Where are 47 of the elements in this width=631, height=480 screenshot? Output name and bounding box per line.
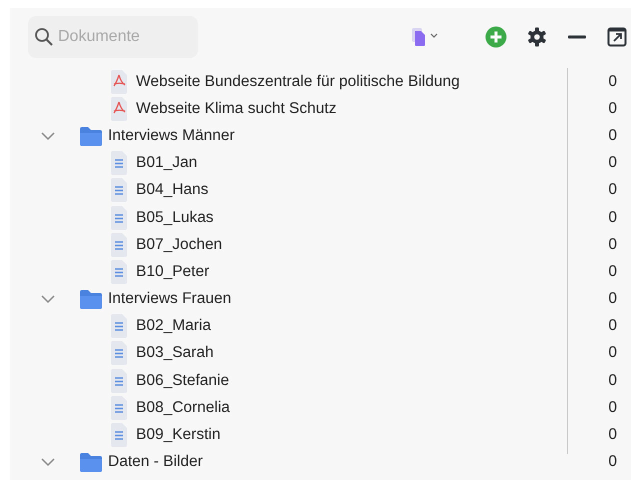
count: 0 bbox=[607, 372, 617, 390]
text-file-icon bbox=[110, 314, 128, 338]
count: 0 bbox=[607, 290, 617, 308]
folder-name[interactable]: Daten - Bilder bbox=[108, 453, 587, 472]
text-file-icon bbox=[110, 368, 128, 393]
pdf-file-icon bbox=[110, 70, 128, 94]
document-name[interactable]: B10_Peter bbox=[136, 262, 587, 281]
count: 0 bbox=[607, 262, 617, 281]
document-name[interactable]: Webseite Bundeszentrale für politische Bildung bbox=[136, 72, 587, 91]
document-name[interactable]: B02_Maria bbox=[136, 317, 587, 336]
text-file-icon bbox=[110, 151, 128, 176]
document-name[interactable]: B07_Jochen bbox=[136, 236, 587, 254]
text-file-icon bbox=[110, 206, 128, 230]
count: 0 bbox=[607, 181, 617, 200]
document-name[interactable]: B04_Hans bbox=[136, 181, 587, 200]
count: 0 bbox=[607, 154, 617, 172]
count: 0 bbox=[607, 126, 617, 145]
count: 0 bbox=[607, 100, 617, 118]
count: 0 bbox=[607, 453, 617, 472]
count: 0 bbox=[607, 236, 617, 254]
document-name[interactable]: B08_Cornelia bbox=[136, 398, 587, 417]
text-file-icon bbox=[110, 423, 128, 448]
count: 0 bbox=[607, 344, 617, 362]
folder-name[interactable]: Interviews Frauen bbox=[108, 290, 587, 308]
document-name[interactable]: B05_Lukas bbox=[136, 208, 587, 227]
folder-icon bbox=[80, 452, 102, 472]
document-name[interactable]: B06_Stefanie bbox=[136, 372, 587, 390]
document-name[interactable]: B03_Sarah bbox=[136, 344, 587, 362]
count: 0 bbox=[607, 317, 617, 336]
text-file-icon bbox=[110, 178, 128, 202]
count: 0 bbox=[607, 426, 617, 444]
text-file-icon bbox=[110, 232, 128, 257]
document-name[interactable]: B01_Jan bbox=[136, 154, 587, 172]
document-name[interactable]: B09_Kerstin bbox=[136, 426, 587, 444]
document-name[interactable]: Webseite Klima sucht Schutz bbox=[136, 100, 587, 118]
add-icon[interactable] bbox=[485, 24, 507, 50]
count: 0 bbox=[607, 208, 617, 227]
text-file-icon bbox=[110, 396, 128, 420]
search-field[interactable]: Dokumente bbox=[28, 16, 198, 58]
folder-icon bbox=[80, 289, 102, 310]
count: 0 bbox=[607, 72, 617, 91]
text-file-icon bbox=[110, 341, 128, 366]
folder-icon bbox=[80, 126, 102, 146]
folder-name[interactable]: Interviews Männer bbox=[108, 126, 587, 145]
pdf-file-icon bbox=[110, 96, 128, 121]
count: 0 bbox=[607, 398, 617, 417]
text-file-icon bbox=[110, 260, 128, 284]
